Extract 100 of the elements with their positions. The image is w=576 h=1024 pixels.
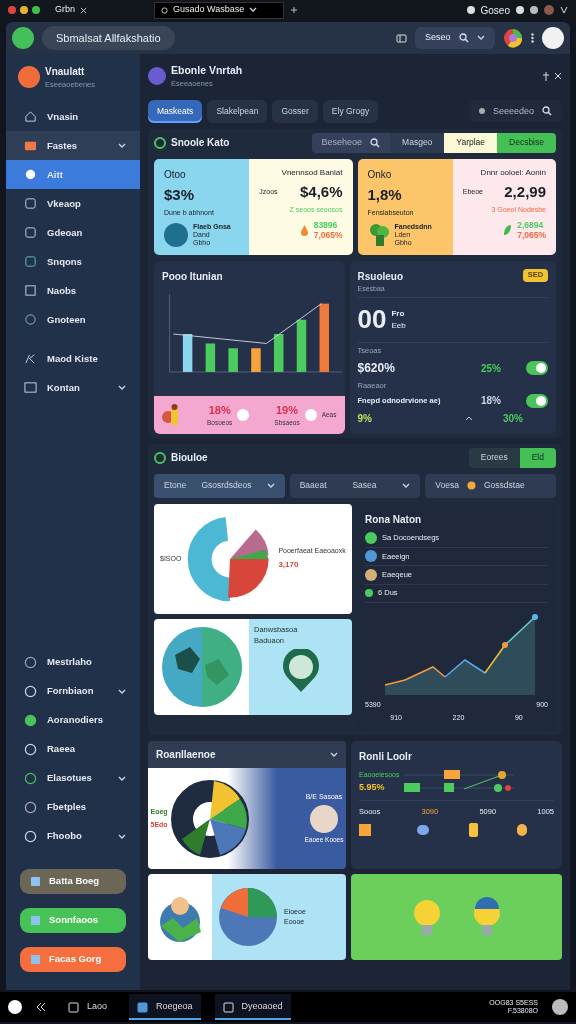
circle-icon: [24, 772, 37, 785]
sidebar-item[interactable]: Vnasin: [6, 102, 140, 132]
avatar: [309, 804, 338, 833]
row-percent: 25%: [481, 361, 502, 376]
sidebar-item[interactable]: Raeea: [6, 735, 140, 764]
coin-icon: [304, 408, 317, 421]
panel-title: Biouloe: [171, 451, 208, 466]
folder-icon: [24, 139, 37, 153]
big-number: 00: [357, 303, 387, 337]
toggle-button[interactable]: Eorees: [468, 447, 520, 468]
chart-bar: [228, 348, 238, 372]
sidebar-item[interactable]: Fbetples: [6, 793, 140, 822]
sidebar-item[interactable]: Fhoobo: [6, 822, 140, 851]
square-icon: [24, 197, 37, 211]
chart-label: 3,170: [278, 559, 300, 572]
toggle-button[interactable]: Eld: [519, 447, 556, 468]
circle-icon: [516, 6, 524, 14]
square-icon: [30, 915, 41, 926]
search-icon: [542, 106, 552, 117]
location-pin-drawing: [280, 648, 321, 693]
sidebar-item[interactable]: Mestrlaho: [6, 648, 140, 677]
sidebar-item[interactable]: Aoranodiers: [6, 706, 140, 735]
circle-icon: [24, 685, 37, 698]
dropdown[interactable]: Baaeat Sasea: [289, 473, 421, 498]
page-tab[interactable]: Ely Grogy: [322, 100, 379, 123]
sidebar-button[interactable]: Batta Boeg: [20, 869, 126, 894]
broccoli-drawing: [367, 223, 390, 248]
chevron-down-icon: [118, 142, 126, 149]
plus-icon: [290, 6, 298, 14]
square-icon: [30, 954, 41, 965]
card-title: Pooo Itunian: [161, 269, 224, 284]
page-tab[interactable]: Gosser: [272, 100, 318, 123]
branch-icon: [24, 352, 37, 366]
sidebar-item[interactable]: Maod Kiste: [6, 344, 140, 374]
sidebar-item[interactable]: Snqons: [6, 247, 140, 277]
sidebar-item[interactable]: Gdeoan: [6, 218, 140, 248]
page-tab[interactable]: Slakelpean: [207, 100, 268, 123]
big-sub: Eeb: [391, 319, 406, 332]
stat-title: Dnnr ooloel: Aonin: [480, 166, 546, 179]
toggle-switch[interactable]: [526, 361, 548, 375]
window-icon: [24, 381, 37, 395]
account-name[interactable]: Goseo: [480, 2, 510, 18]
filter-segment[interactable]: Masgeo: [390, 132, 445, 153]
big-label: Fro: [391, 307, 406, 320]
leaf-icon: [503, 224, 513, 237]
change-up: 83896: [313, 220, 339, 231]
chevron-down-icon: [249, 7, 258, 13]
search-field[interactable]: Seeeedeo: [468, 100, 562, 123]
avatar: [164, 223, 188, 248]
strip-value: 19%: [275, 402, 299, 418]
chevron-down-icon: [118, 384, 126, 391]
browser-tab[interactable]: Gusado Wasbase: [154, 1, 284, 19]
sidebar-item[interactable]: Fastes: [6, 131, 140, 161]
card-title: Roanllaenoe: [156, 748, 216, 762]
filter-button[interactable]: Decsbise: [497, 132, 556, 153]
dropdown[interactable]: Voesa Gossdstae: [425, 473, 556, 498]
row-percent: 18%: [481, 394, 502, 409]
search-field[interactable]: Beseheoe: [311, 132, 391, 153]
app-icon: [137, 1001, 149, 1013]
search-icon: [458, 33, 469, 43]
circle-icon: [530, 6, 538, 14]
browser-tab[interactable]: Grbn: [48, 1, 148, 19]
pie-chart-drawing: [217, 886, 279, 948]
avatar: [552, 999, 568, 1015]
toggle-switch[interactable]: [526, 393, 548, 408]
sidebar-item[interactable]: Elasotues: [6, 764, 140, 793]
stat-value: 1,8%: [367, 184, 403, 205]
page-tab[interactable]: Maskeats: [148, 100, 203, 123]
chart-bar: [319, 303, 329, 372]
chevron-down-icon: [402, 482, 411, 489]
app-title: Sbmalsat Allfakshatio: [42, 26, 175, 50]
sidebar-item[interactable]: Vkeaop: [6, 189, 140, 219]
sidebar-item[interactable]: Aitt: [6, 160, 140, 190]
taskbar-item[interactable]: Laoo: [60, 994, 116, 1020]
dropdown[interactable]: Etone Gsosrdsdeos: [154, 473, 285, 498]
sidebar-item[interactable]: Kontan: [6, 373, 140, 403]
legend-icon: [365, 550, 377, 563]
trend-icon: [465, 415, 473, 422]
chevron-down-icon: [118, 688, 126, 695]
panel-title: Snoole Kato: [171, 136, 230, 151]
chevron-down-icon: [266, 482, 275, 489]
card-title: Ronli Loolr: [359, 750, 413, 764]
avatar: [544, 5, 554, 15]
chevron-down-icon: [118, 775, 126, 782]
search-field[interactable]: Seseo: [415, 27, 495, 49]
legend-icon: [365, 568, 377, 581]
logo-icon: [12, 27, 34, 49]
filter-segment[interactable]: Yarplae: [444, 132, 498, 153]
circle-icon: [24, 714, 37, 727]
sidebar-item[interactable]: Naobs: [6, 276, 140, 306]
sidebar-item[interactable]: Fornbiaon: [6, 677, 140, 706]
sidebar-item[interactable]: Gnoteen: [6, 305, 140, 335]
coin-icon: [237, 408, 250, 421]
chevron-down-icon: [476, 35, 485, 41]
legend-icon: [365, 588, 373, 597]
stat-value: $4,6%: [299, 181, 343, 202]
chart-bar: [251, 348, 261, 372]
house-icon: [24, 110, 37, 124]
taskbar-item[interactable]: Roegeoa: [129, 994, 201, 1020]
taskbar-item[interactable]: Dyeoaoed: [214, 994, 291, 1020]
